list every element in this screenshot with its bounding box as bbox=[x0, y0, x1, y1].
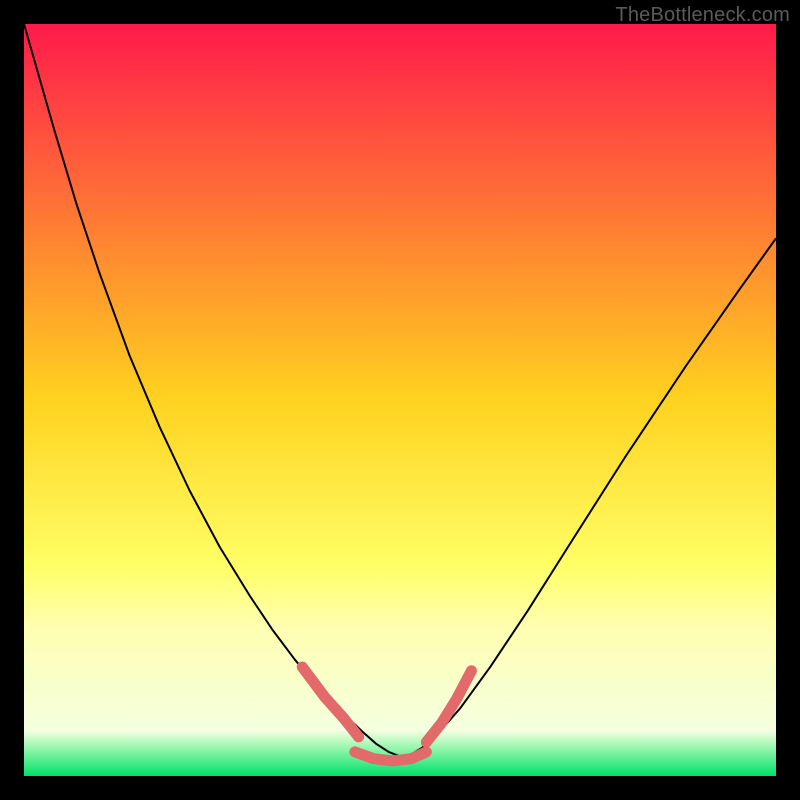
chart-stage: TheBottleneck.com bbox=[0, 0, 800, 800]
watermark-text: TheBottleneck.com bbox=[615, 4, 790, 27]
bottleneck-chart bbox=[0, 0, 800, 800]
